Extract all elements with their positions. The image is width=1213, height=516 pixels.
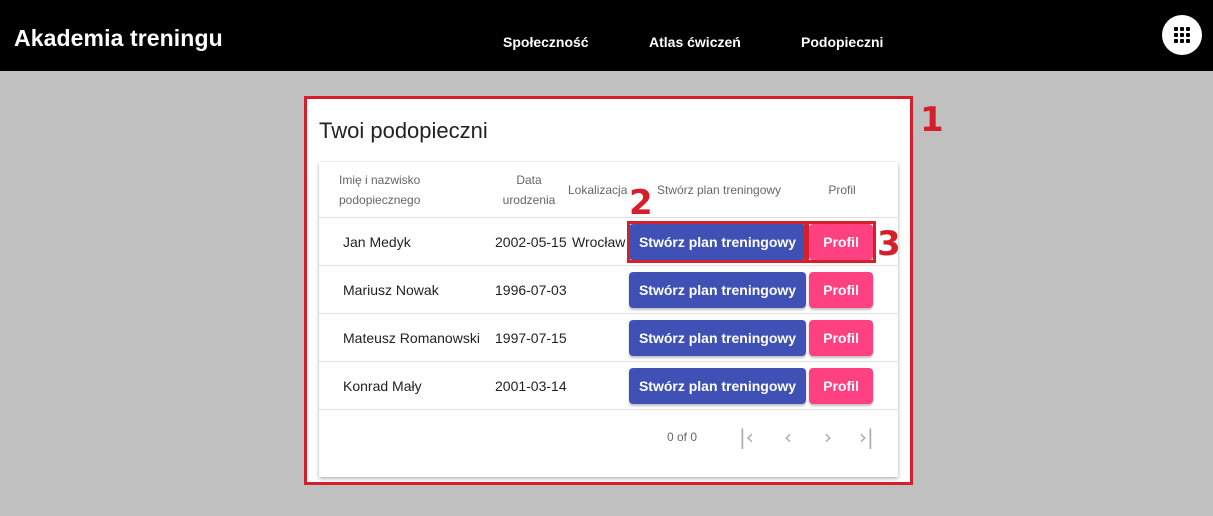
apps-menu-button[interactable]: [1162, 15, 1202, 55]
annotation-label-1: 1: [920, 100, 944, 140]
nav-link-podopieczni[interactable]: Podopieczni: [801, 34, 883, 50]
annotation-box-3: [806, 221, 876, 263]
annotation-box-2: [627, 221, 807, 263]
app-brand[interactable]: Akademia treningu: [14, 25, 223, 52]
nav-link-atlas-cwiczen[interactable]: Atlas ćwiczeń: [649, 34, 741, 50]
annotation-label-2: 2: [629, 183, 653, 223]
nav-link-spolecznosc[interactable]: Społeczność: [503, 34, 589, 50]
top-navbar: Akademia treningu Społeczność Atlas ćwic…: [0, 0, 1213, 71]
annotation-label-3: 3: [877, 224, 901, 264]
annotation-box-1: [304, 96, 913, 485]
